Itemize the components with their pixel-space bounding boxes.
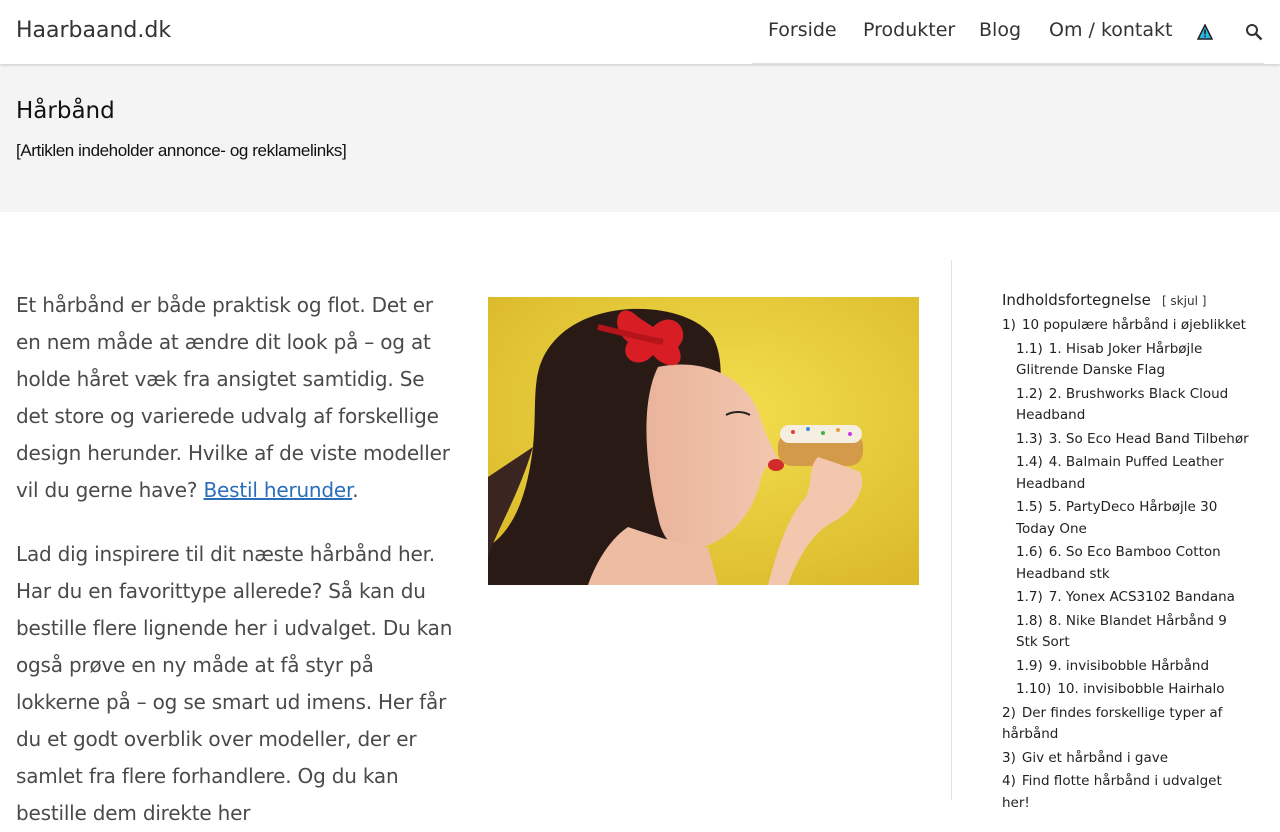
toc-item[interactable]: 1.5) 5. PartyDeco Hårbøjle 30 Today One bbox=[1002, 497, 1252, 540]
toc-item[interactable]: 1.4) 4. Balmain Puffed Leather Headband bbox=[1002, 452, 1252, 495]
toc-item-number: 1.8) bbox=[1016, 612, 1043, 629]
toc-list: 1) 10 populære hårbånd i øjeblikket 1.1) 1.… bbox=[1002, 315, 1252, 814]
toc-item-number: 1.9) bbox=[1016, 657, 1043, 674]
toc-item-label: 7. Yonex ACS3102 Bandana bbox=[1048, 589, 1235, 605]
toc-item-label: 5. PartyDeco Hårbøjle 30 Today One bbox=[1016, 499, 1218, 537]
ad-disclaimer: [Artiklen indeholder annonce- og reklame… bbox=[16, 141, 347, 160]
toc-item-label: Find flotte hårbånd i udvalget her! bbox=[1002, 773, 1222, 811]
toc-item-number: 2) bbox=[1002, 704, 1016, 721]
toc-item[interactable]: 1.8) 8. Nike Blandet Hårbånd 9 Stk Sort bbox=[1002, 611, 1252, 654]
main-nav: Forside Produkter Blog Om / kontakt bbox=[752, 0, 1264, 64]
search-icon[interactable] bbox=[1245, 23, 1263, 41]
page-title-band: Hårbånd [Artiklen indeholder annonce- og… bbox=[0, 64, 1280, 212]
toc-item-label: 8. Nike Blandet Hårbånd 9 Stk Sort bbox=[1016, 612, 1227, 651]
site-header: Haarbaand.dk Forside Produkter Blog Om /… bbox=[0, 0, 1280, 64]
intro-text: Et hårbånd er både praktisk og flot. Det… bbox=[16, 293, 450, 502]
intro-end: . bbox=[352, 478, 359, 502]
warning-triangle-icon[interactable] bbox=[1197, 24, 1213, 40]
toc-item-label: 2. Brushworks Black Cloud Headband bbox=[1016, 385, 1229, 424]
toc-item[interactable]: 1.10) 10. invisibobble Hairhalo bbox=[1002, 679, 1252, 701]
toc-item-number: 1.1) bbox=[1016, 340, 1043, 357]
order-below-link[interactable]: Bestil herunder bbox=[204, 478, 353, 502]
toc-item-label: Giv et hårbånd i gave bbox=[1021, 749, 1169, 766]
nav-item-om-kontakt[interactable]: Om / kontakt bbox=[1049, 19, 1172, 41]
toc-item-label: 4. Balmain Puffed Leather Headband bbox=[1016, 454, 1224, 492]
toc-item-number: 1.5) bbox=[1016, 499, 1043, 515]
toc-item-number: 1.2) bbox=[1016, 385, 1043, 402]
toc-item[interactable]: 1) 10 populære hårbånd i øjeblikket bbox=[1002, 315, 1252, 337]
toc-item-number: 1.4) bbox=[1016, 454, 1043, 470]
toc-item-label: Der findes forskellige typer af hårbånd bbox=[1002, 704, 1223, 743]
nav-item-blog[interactable]: Blog bbox=[979, 19, 1021, 41]
toc-item[interactable]: 2) Der findes forskellige typer af hårbån… bbox=[1002, 703, 1252, 746]
toc-item[interactable]: 1.1) 1. Hisab Joker Hårbøjle Glitrende Da… bbox=[1002, 339, 1252, 382]
toc-item-number: 1) bbox=[1002, 317, 1016, 333]
toc-item-number: 1.10) bbox=[1016, 681, 1052, 697]
toc-item[interactable]: 1.7) 7. Yonex ACS3102 Bandana bbox=[1002, 587, 1252, 609]
page-title: Hårbånd bbox=[16, 98, 115, 124]
nav-item-forside[interactable]: Forside bbox=[768, 19, 837, 41]
sidebar-divider bbox=[951, 260, 952, 800]
hero-image bbox=[488, 297, 919, 585]
intro-paragraph: Et hårbånd er både praktisk og flot. Det… bbox=[16, 287, 456, 509]
toc-item-number: 3) bbox=[1002, 749, 1016, 766]
toc-item-label: 10. invisibobble Hairhalo bbox=[1057, 681, 1225, 697]
toc-item[interactable]: 1.6) 6. So Eco Bamboo Cotton Headband stk bbox=[1002, 542, 1252, 585]
toc-item[interactable]: 4) Find flotte hårbånd i udvalget her! bbox=[1002, 771, 1252, 814]
toc-item-number: 4) bbox=[1002, 773, 1016, 789]
toc-item-number: 1.7) bbox=[1016, 589, 1043, 605]
toc-item-label: 3. So Eco Head Band Tilbehør bbox=[1048, 430, 1249, 447]
table-of-contents: Indholdsfortegnelse [ skjul ] 1) 10 popul… bbox=[1002, 290, 1252, 816]
toc-item-number: 1.3) bbox=[1016, 430, 1043, 447]
toc-item-label: 6. So Eco Bamboo Cotton Headband stk bbox=[1016, 544, 1221, 582]
inspiration-paragraph: Lad dig inspirere til dit næste hårbånd … bbox=[16, 542, 453, 825]
nav-item-produkter[interactable]: Produkter bbox=[863, 19, 955, 41]
toc-toggle-button[interactable]: [ skjul ] bbox=[1162, 294, 1206, 308]
toc-item[interactable]: 1.9) 9. invisibobble Hårbånd bbox=[1002, 656, 1252, 678]
toc-item[interactable]: 1.2) 2. Brushworks Black Cloud Headband bbox=[1002, 384, 1252, 427]
toc-item-label: 1. Hisab Joker Hårbøjle Glitrende Danske… bbox=[1016, 340, 1203, 379]
toc-item-label: 9. invisibobble Hårbånd bbox=[1048, 657, 1210, 674]
toc-item-number: 1.6) bbox=[1016, 544, 1043, 560]
toc-item[interactable]: 1.3) 3. So Eco Head Band Tilbehør bbox=[1002, 429, 1252, 451]
toc-item-label: 10 populære hårbånd i øjeblikket bbox=[1021, 317, 1246, 333]
site-title-link[interactable]: Haarbaand.dk bbox=[16, 18, 171, 43]
toc-item[interactable]: 3) Giv et hårbånd i gave bbox=[1002, 748, 1252, 770]
toc-heading: Indholdsfortegnelse bbox=[1002, 291, 1151, 309]
